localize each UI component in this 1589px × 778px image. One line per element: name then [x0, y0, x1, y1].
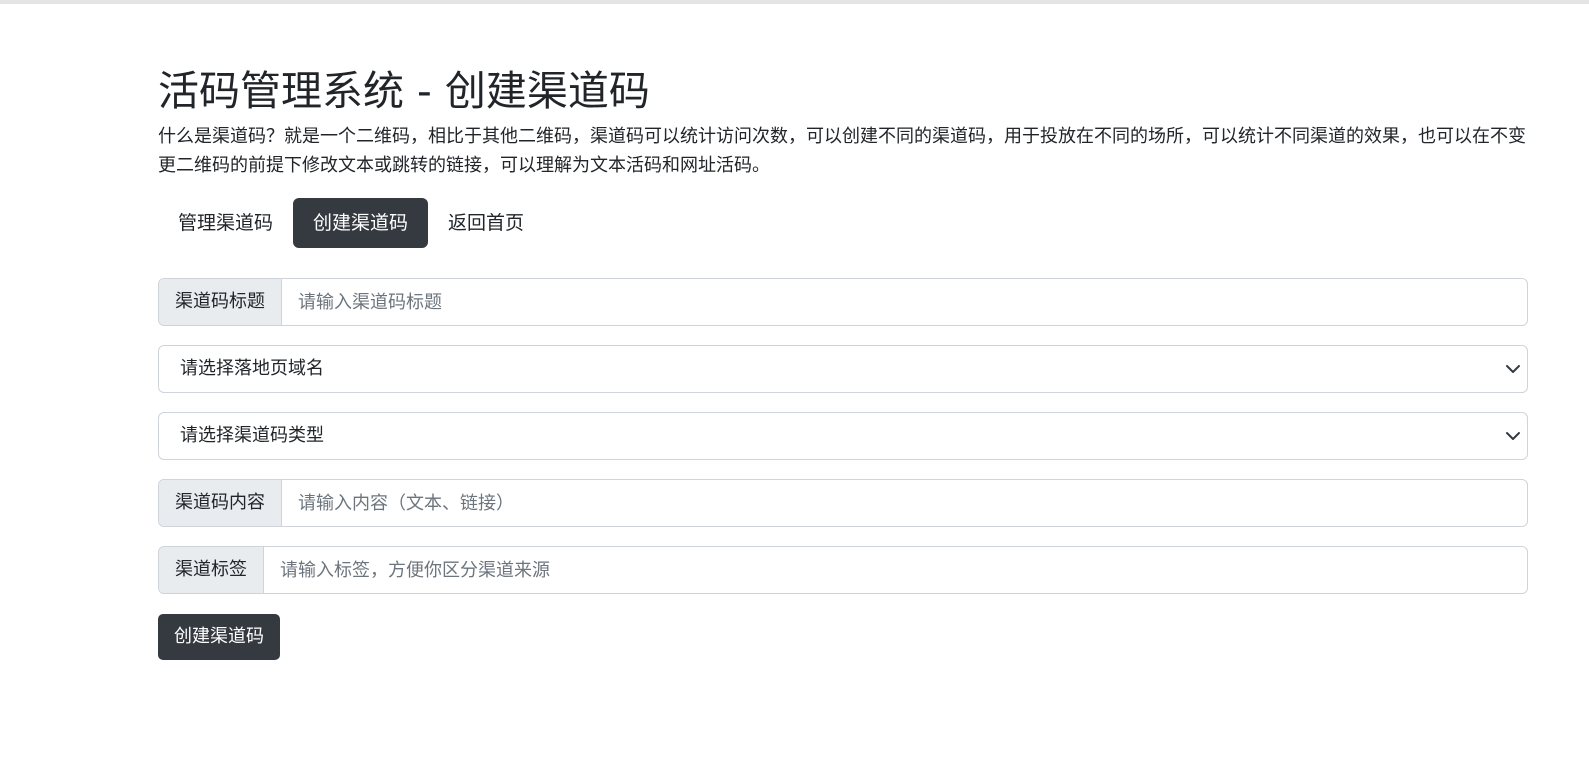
- nav-manage-channel-codes[interactable]: 管理渠道码: [158, 198, 293, 248]
- content-input-group: 渠道码内容: [158, 479, 1528, 527]
- title-field-label: 渠道码标题: [159, 279, 282, 325]
- nav-back-home[interactable]: 返回首页: [428, 198, 544, 248]
- tag-input[interactable]: [264, 547, 1527, 593]
- top-border: [0, 0, 1589, 4]
- type-select-value: 请选择渠道码类型: [180, 425, 324, 446]
- domain-select[interactable]: 请选择落地页域名: [158, 345, 1528, 393]
- type-select[interactable]: 请选择渠道码类型: [158, 412, 1528, 460]
- tag-input-group: 渠道标签: [158, 546, 1528, 594]
- title-input-group: 渠道码标题: [158, 278, 1528, 326]
- chevron-down-icon: [1506, 365, 1520, 373]
- content-input[interactable]: [282, 480, 1527, 526]
- content-field-label: 渠道码内容: [159, 480, 282, 526]
- main-container: 活码管理系统 - 创建渠道码 什么是渠道码？就是一个二维码，相比于其他二维码，渠…: [158, 64, 1528, 660]
- page-description: 什么是渠道码？就是一个二维码，相比于其他二维码，渠道码可以统计访问次数，可以创建…: [158, 126, 1526, 176]
- tag-field-label: 渠道标签: [159, 547, 264, 593]
- nav-pills: 管理渠道码 创建渠道码 返回首页: [158, 198, 1528, 248]
- domain-select-value: 请选择落地页域名: [180, 358, 324, 379]
- title-input[interactable]: [282, 279, 1527, 325]
- chevron-down-icon: [1506, 432, 1520, 440]
- page-title: 活码管理系统 - 创建渠道码: [158, 67, 650, 115]
- create-channel-code-button[interactable]: 创建渠道码: [158, 614, 280, 660]
- nav-create-channel-code[interactable]: 创建渠道码: [293, 198, 429, 248]
